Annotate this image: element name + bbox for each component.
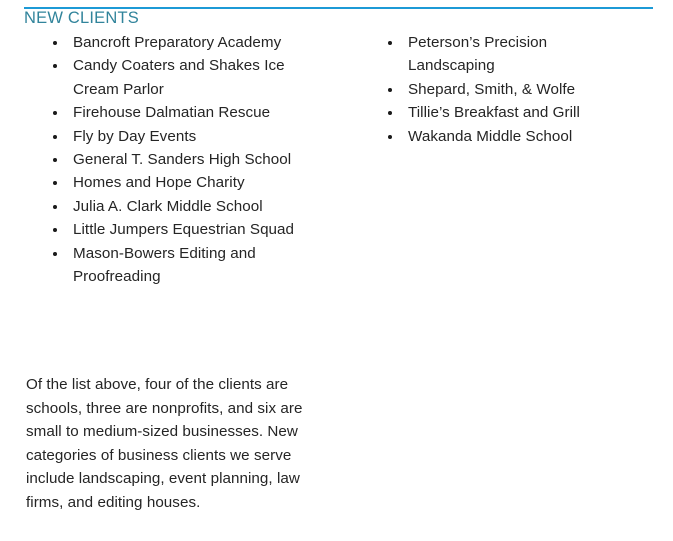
list-item-label: Shepard, Smith, & Wolfe (408, 80, 576, 98)
list-item: Julia A. Clark Middle School (34, 195, 305, 218)
list-item-label: Julia A. Clark Middle School (73, 197, 263, 215)
list-item-label: Little Jumpers Equestrian Squad (73, 221, 295, 239)
list-item-label: Tillie’s Breakfast and Grill (408, 104, 580, 122)
list-item: Firehouse Dalmatian Rescue (34, 101, 305, 124)
list-item: Candy Coaters and Shakes Ice Cream Parlo… (34, 54, 305, 101)
list-item: Homes and Hope Charity (34, 171, 305, 194)
page-title: NEW CLIENTS (24, 9, 139, 27)
list-item: Fly by Day Events (34, 125, 305, 148)
list-item-label: Firehouse Dalmatian Rescue (73, 104, 271, 122)
list-item-label: Homes and Hope Charity (73, 174, 245, 192)
list-item-label: Candy Coaters and Shakes Ice Cream Parlo… (73, 57, 285, 98)
list-item: General T. Sanders High School (34, 148, 305, 171)
list-item-label: Wakanda Middle School (408, 127, 573, 145)
list-item: Bancroft Preparatory Academy (34, 31, 305, 54)
client-list-right: Peterson’s Precision Landscaping Shepard… (369, 31, 669, 148)
list-item-label: Peterson’s Precision Landscaping (408, 34, 548, 75)
client-list-column-left: Bancroft Preparatory Academy Candy Coate… (34, 31, 344, 288)
list-item: Tillie’s Breakfast and Grill (369, 101, 623, 124)
summary-paragraph: Of the list above, four of the clients a… (26, 376, 303, 511)
client-list-column-right: Peterson’s Precision Landscaping Shepard… (369, 31, 669, 148)
list-item: Shepard, Smith, & Wolfe (369, 78, 623, 101)
list-item-label: Fly by Day Events (73, 127, 197, 145)
list-item-label: General T. Sanders High School (73, 151, 292, 169)
list-item-label: Mason-Bowers Editing and Proofreading (73, 244, 256, 286)
client-list-left: Bancroft Preparatory Academy Candy Coate… (34, 31, 344, 288)
list-item: Little Jumpers Equestrian Squad (34, 218, 305, 241)
list-item-label: Bancroft Preparatory Academy (73, 34, 282, 51)
list-item: Wakanda Middle School (369, 125, 623, 148)
list-item: Mason-Bowers Editing and Proofreading (34, 242, 305, 289)
slide-canvas: NEW CLIENTS Bancroft Preparatory Academy… (0, 0, 673, 541)
list-item: Peterson’s Precision Landscaping (369, 31, 623, 78)
